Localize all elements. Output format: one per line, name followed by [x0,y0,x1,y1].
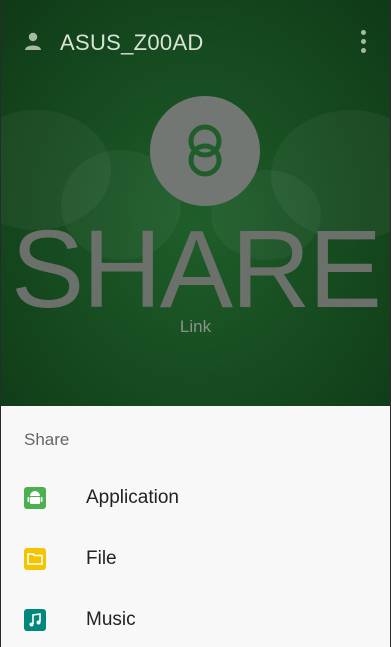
hero-banner: ASUS_Z00AD SHARE Link [1,0,390,406]
option-label: Application [86,487,179,508]
folder-icon [24,548,46,570]
sheet-title: Share [24,430,70,449]
top-bar: ASUS_Z00AD [1,26,390,62]
person-icon[interactable] [24,32,42,50]
music-note-icon [24,609,46,631]
hero-subtitle: Link [179,317,212,336]
android-app-icon [24,487,46,509]
share-sheet: Share Application File Music [1,406,390,647]
option-label: File [86,548,117,569]
hero-title: SHARE [11,208,382,331]
option-music[interactable]: Music [1,592,390,647]
option-label: Music [86,609,136,630]
option-file[interactable]: File [1,531,390,589]
more-vert-icon[interactable] [358,30,368,56]
share-link-logo-icon [150,96,260,206]
screen: ASUS_Z00AD SHARE Link Share Application … [0,0,391,647]
option-application[interactable]: Application [1,470,390,528]
device-name: ASUS_Z00AD [60,30,204,55]
